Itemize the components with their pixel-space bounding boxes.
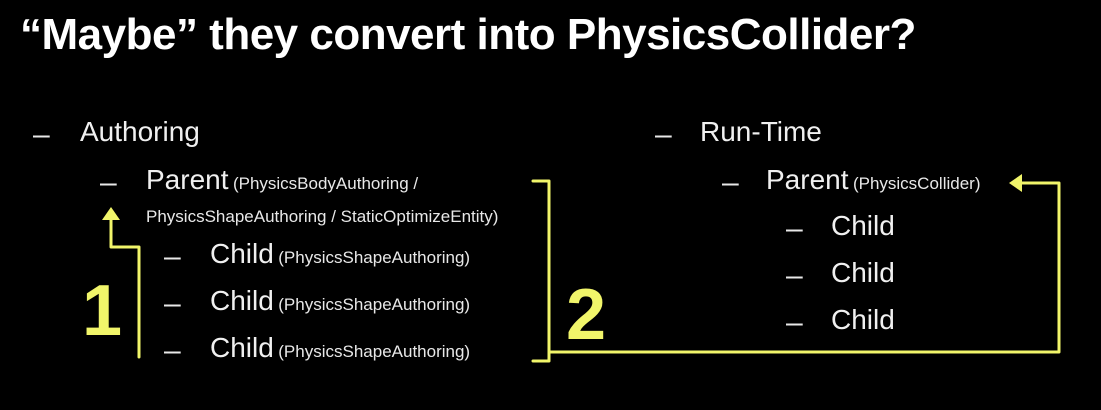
step1-number: 1	[82, 271, 123, 351]
annotation-overlay	[102, 174, 1061, 363]
step2-arrowhead	[1009, 174, 1022, 192]
step1-arrowhead	[102, 207, 120, 220]
step2-number: 2	[566, 275, 607, 355]
authoring-bracket	[531, 179, 551, 363]
step2-arrow-line	[547, 181, 1061, 354]
